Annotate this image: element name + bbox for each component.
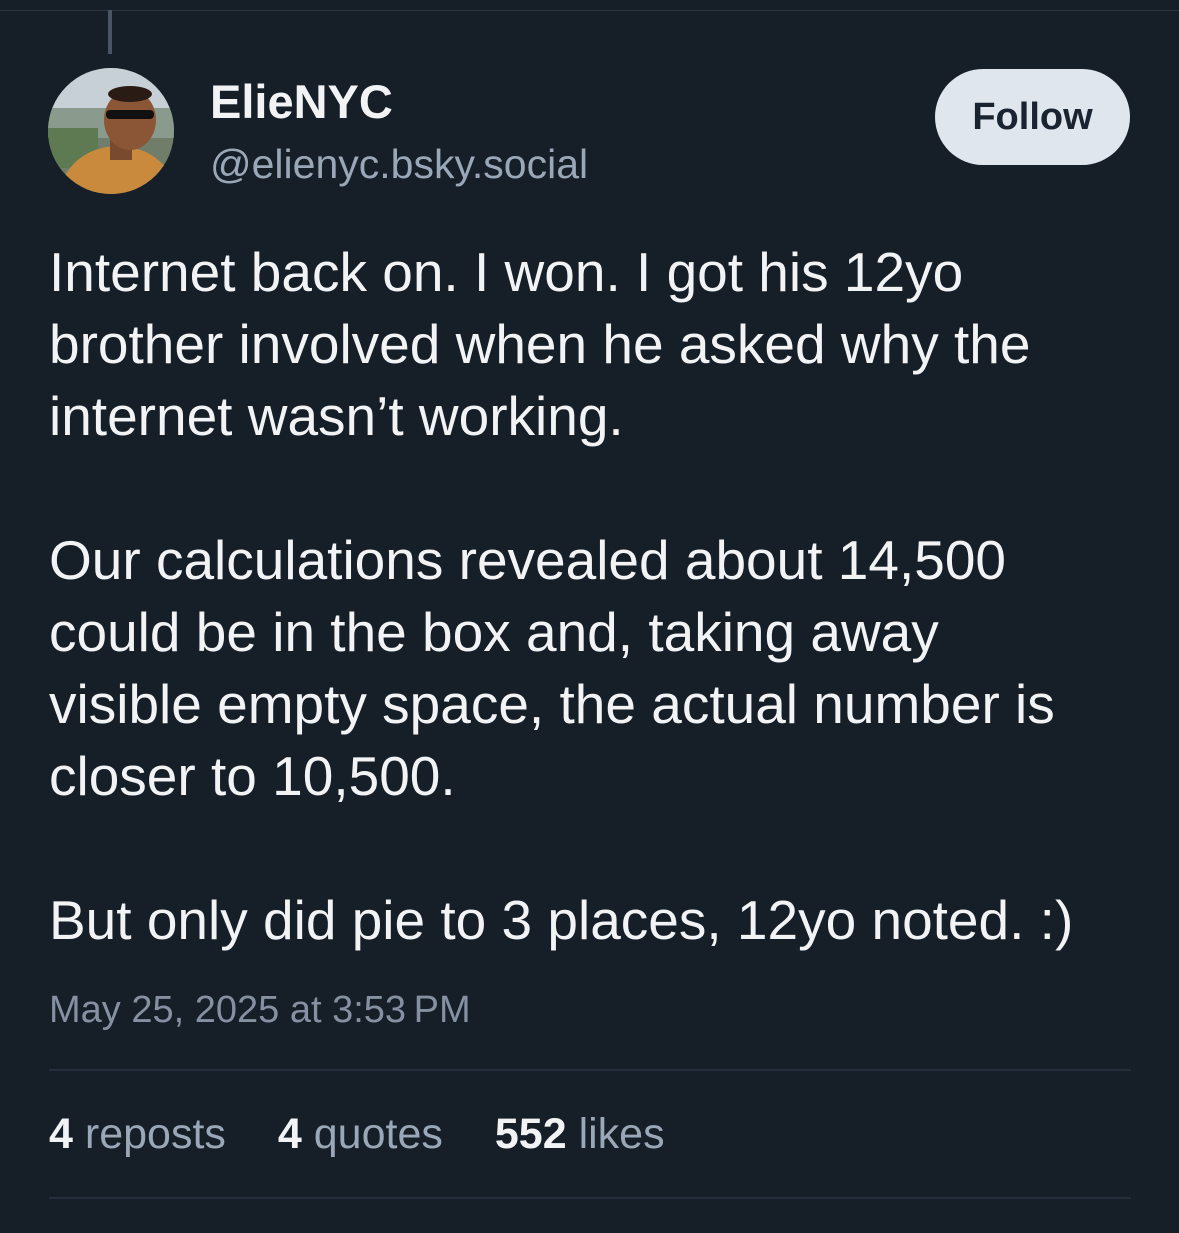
thread-connector-line [108,10,112,54]
post-line: brother involved when he asked why the [49,313,1031,375]
stats-top-divider [49,1069,1131,1071]
quotes-count: 4 [277,1110,302,1158]
post-paragraph: Internet back on. I won. I got his 12yo … [49,236,1149,452]
quotes-label: quotes [313,1110,443,1158]
avatar[interactable] [48,68,174,194]
post-text: Internet back on. I won. I got his 12yo … [49,236,1149,956]
likes-label: likes [578,1110,665,1158]
post-paragraph: But only did pie to 3 places, 12yo noted… [49,884,1149,956]
reposts-stat[interactable]: 4 reposts [49,1106,226,1162]
author-handle[interactable]: @elienyc.bsky.social [210,138,588,190]
post-paragraph: Our calculations revealed about 14,500 c… [49,524,1149,812]
reposts-count: 4 [49,1110,73,1158]
author-display-name[interactable]: ElieNYC [210,74,393,130]
likes-count: 552 [494,1110,567,1158]
post-line: Internet back on. I won. I got his 12yo [49,241,964,303]
post-line: could be in the box and, taking away [49,601,939,663]
reposts-label: reposts [84,1110,226,1158]
post-line: Our calculations revealed about 14,500 [49,529,1007,591]
post-line: visible empty space, the actual number i… [49,673,1055,735]
stats-bottom-divider [49,1197,1131,1199]
likes-stat[interactable]: 552 likes [495,1106,665,1162]
post-stats: 4 reposts 4 quotes 552 likes [49,1106,717,1162]
post-timestamp[interactable]: May 25, 2025 at 3:53 PM [49,986,471,1034]
post-line: closer to 10,500. [49,745,456,807]
follow-button[interactable]: Follow [935,69,1130,165]
avatar-photo [48,68,174,194]
quotes-stat[interactable]: 4 quotes [278,1106,443,1162]
post-line: But only did pie to 3 places, 12yo noted… [49,889,1074,951]
post-line: internet wasn’t working. [49,385,624,447]
thread-top-divider [0,10,1179,11]
